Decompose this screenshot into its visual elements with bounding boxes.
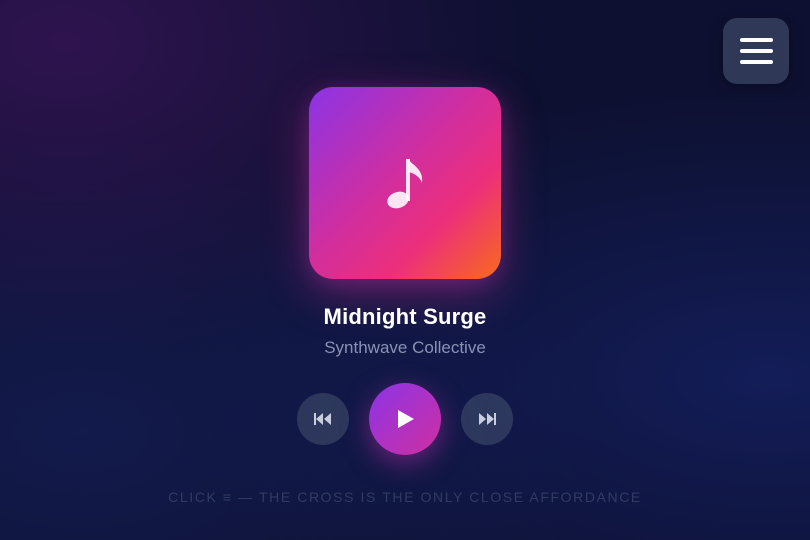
album-artwork	[309, 87, 501, 279]
previous-track-button[interactable]	[297, 393, 349, 445]
skip-next-icon	[479, 413, 496, 425]
play-icon	[398, 410, 414, 428]
play-button[interactable]	[369, 383, 441, 455]
music-note-icon	[387, 159, 423, 209]
hamburger-menu-icon	[739, 38, 773, 42]
track-title: Midnight Surge	[323, 304, 487, 329]
skip-previous-icon	[314, 413, 331, 425]
next-track-button[interactable]	[461, 393, 513, 445]
hint-text: CLICK ≡ — THE CROSS IS THE ONLY CLOSE AF…	[168, 489, 642, 505]
menu-button[interactable]	[723, 18, 789, 84]
track-artist: Synthwave Collective	[324, 338, 486, 357]
hamburger-menu-icon-bar	[739, 49, 773, 53]
hamburger-menu-icon-bar	[739, 60, 773, 64]
